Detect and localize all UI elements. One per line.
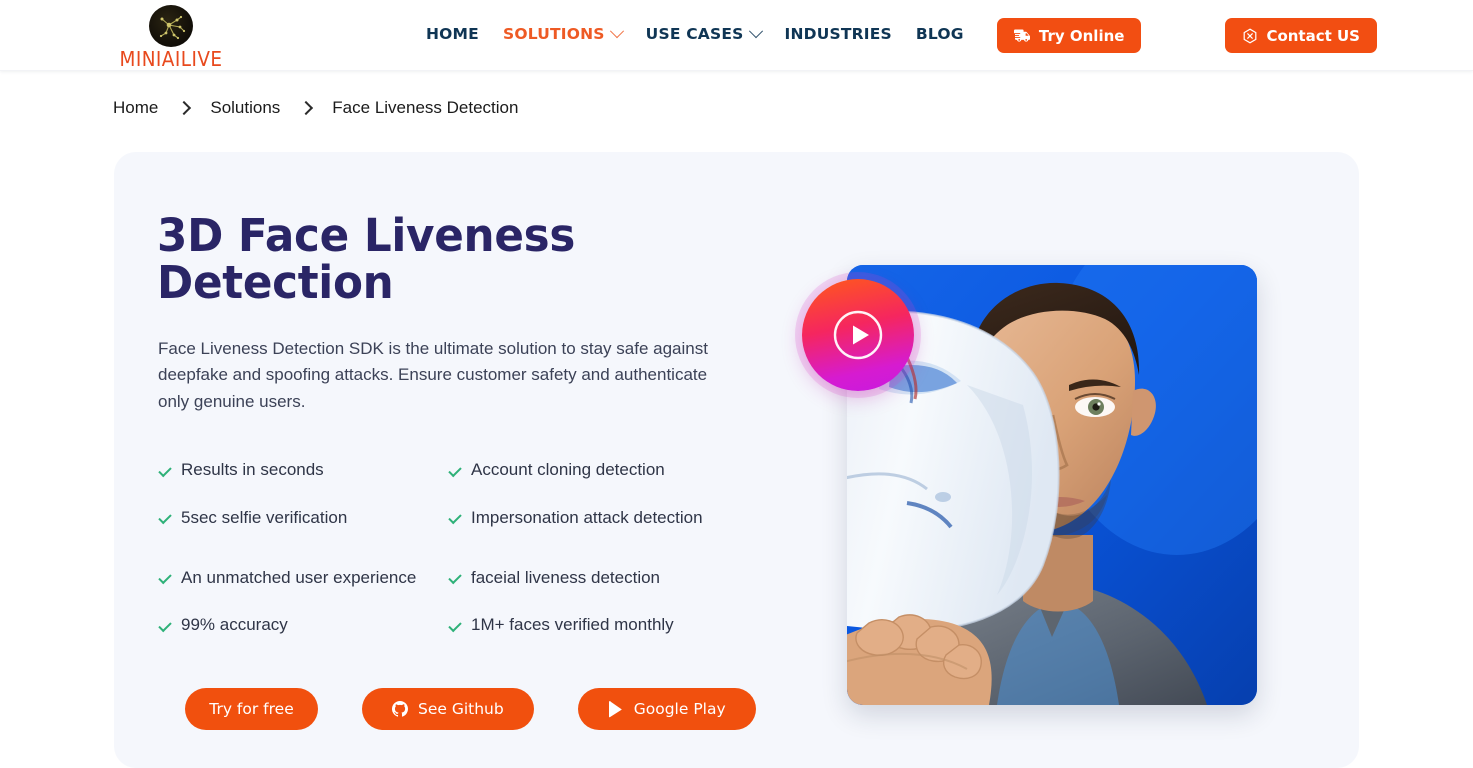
contact-us-label: Contact US	[1266, 26, 1360, 45]
feature-label: 1M+ faces verified monthly	[471, 615, 674, 635]
breadcrumb-item-home[interactable]: Home	[113, 98, 158, 118]
try-online-label: Try Online	[1038, 26, 1125, 45]
google-play-label: Google Play	[633, 700, 726, 719]
check-icon	[158, 571, 172, 585]
hero-subtitle: Face Liveness Detection SDK is the ultim…	[158, 338, 708, 411]
neural-network-circle-icon	[149, 5, 193, 47]
feature-item: An unmatched user experience	[158, 548, 448, 608]
feature-label: 5sec selfie verification	[181, 507, 348, 527]
see-github-button[interactable]: See Github	[362, 688, 534, 731]
nav-item-label: USE CASES	[645, 25, 744, 43]
check-icon	[158, 619, 172, 633]
github-icon	[392, 701, 408, 717]
feature-item: 99% accuracy	[158, 608, 448, 643]
hero-media	[802, 214, 1317, 714]
truck-icon	[1013, 29, 1031, 43]
hero-card: 3D Face Liveness Detection Face Liveness…	[114, 152, 1359, 768]
feature-item: 5sec selfie verification	[158, 488, 448, 548]
feature-label: faceial liveness detection	[471, 567, 661, 587]
contact-us-button[interactable]: Contact US	[1225, 18, 1377, 53]
feature-label: Impersonation attack detection	[471, 507, 703, 527]
try-online-button[interactable]: Try Online	[996, 18, 1142, 53]
play-video-button[interactable]	[802, 279, 914, 391]
play-circle-icon	[832, 309, 884, 361]
nav-item-label: SOLUTIONS	[502, 25, 605, 43]
brand-logo-link[interactable]: MINIAILIVE	[113, 3, 229, 69]
check-icon	[448, 511, 462, 525]
feature-list: Results in seconds Account cloning detec…	[158, 453, 777, 643]
nav-item-label: HOME	[426, 25, 479, 43]
page-title: 3D Face Liveness Detection	[157, 209, 576, 310]
breadcrumb: Home Solutions Face Liveness Detection	[113, 98, 518, 118]
main-navigation: HOME SOLUTIONS USE CASES INDUSTRIES BLOG	[414, 24, 976, 43]
chevron-right-icon	[177, 100, 192, 116]
try-for-free-button[interactable]: Try for free	[185, 688, 318, 731]
hero-content: 3D Face Liveness Detection Face Liveness…	[157, 209, 777, 731]
nav-item-label: BLOG	[915, 25, 964, 43]
feature-item: Account cloning detection	[448, 453, 738, 488]
google-play-button[interactable]: Google Play	[577, 688, 756, 731]
chevron-right-icon	[299, 100, 314, 116]
try-for-free-label: Try for free	[209, 700, 294, 719]
feature-item: faceial liveness detection	[448, 548, 738, 608]
nav-item-use-cases[interactable]: USE CASES	[634, 24, 773, 43]
nav-item-label: INDUSTRIES	[784, 25, 892, 43]
feature-label: An unmatched user experience	[181, 567, 417, 587]
check-icon	[158, 464, 172, 478]
site-header: MINIAILIVE HOME SOLUTIONS USE CASES INDU…	[0, 0, 1473, 71]
google-play-icon	[608, 700, 624, 718]
feature-label: 99% accuracy	[181, 615, 288, 635]
see-github-label: See Github	[418, 700, 504, 719]
header-actions: Try Online Contact US	[996, 18, 1377, 53]
feature-label: Results in seconds	[181, 460, 324, 480]
nav-item-solutions[interactable]: SOLUTIONS	[491, 24, 634, 43]
check-icon	[158, 511, 172, 525]
cta-button-row: Try for free See Github Google Play	[185, 688, 777, 731]
feature-label: Account cloning detection	[471, 460, 665, 480]
chevron-down-icon	[748, 24, 763, 39]
chevron-down-icon	[609, 24, 624, 39]
nav-item-industries[interactable]: INDUSTRIES	[773, 25, 904, 43]
feature-item: 1M+ faces verified monthly	[448, 608, 738, 643]
check-icon	[448, 571, 462, 585]
feature-item: Results in seconds	[158, 453, 448, 488]
brand-name: MINIAILIVE	[119, 47, 223, 71]
breadcrumb-item-current: Face Liveness Detection	[332, 98, 519, 117]
breadcrumb-item-solutions[interactable]: Solutions	[210, 98, 280, 118]
nav-item-blog[interactable]: BLOG	[904, 25, 976, 43]
check-icon	[448, 619, 462, 633]
hexagon-icon	[1242, 28, 1258, 44]
nav-item-home[interactable]: HOME	[414, 25, 491, 43]
check-icon	[448, 464, 462, 478]
feature-item: Impersonation attack detection	[448, 488, 738, 548]
